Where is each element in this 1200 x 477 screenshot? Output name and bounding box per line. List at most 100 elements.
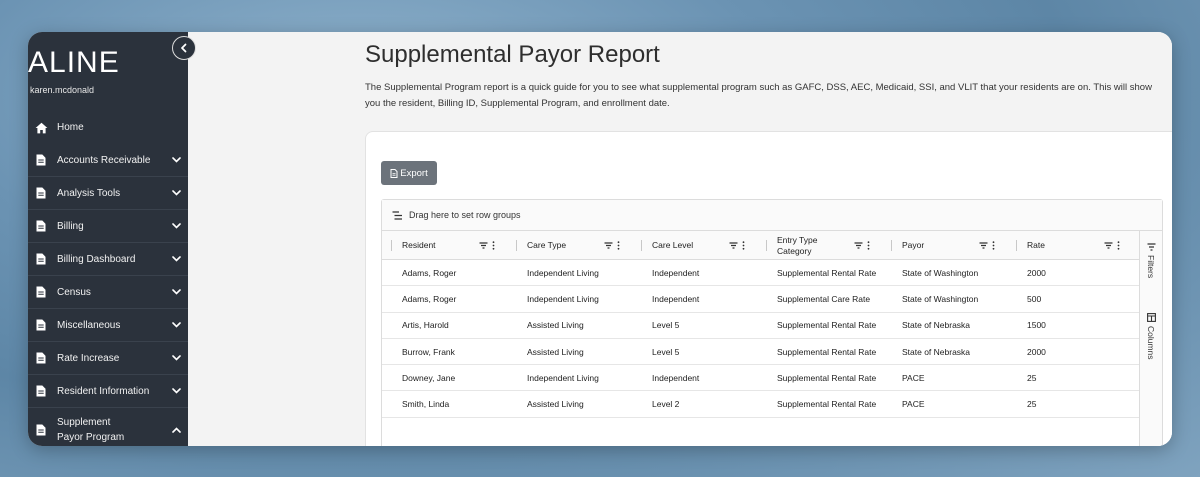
column-menu-icon[interactable] [992, 241, 995, 250]
chevron-down-icon[interactable] [171, 287, 181, 297]
table-cell: Independent Living [527, 372, 599, 383]
document-icon [34, 285, 48, 299]
table-cell: Supplemental Rental Rate [777, 267, 877, 278]
table-cell: Independent Living [527, 293, 599, 304]
column-menu-icon[interactable] [742, 241, 745, 250]
app-logo: ALINE [28, 46, 120, 79]
sidebar-item-label: Billing Dashboard [57, 253, 136, 265]
table-cell: 25 [1027, 399, 1037, 410]
row-group-label: Drag here to set row groups [409, 210, 521, 220]
column-menu-icon[interactable] [1117, 241, 1120, 250]
filters-tab[interactable]: Filters [1143, 243, 1159, 278]
document-icon [34, 252, 48, 266]
sidebar-item-analysis-tools[interactable]: Analysis Tools [28, 177, 188, 210]
column-separator[interactable] [391, 240, 392, 251]
sidebar-item-label: Rate Increase [57, 352, 120, 364]
table-cell: Level 2 [652, 399, 680, 410]
document-icon [34, 153, 48, 167]
column-header-label: Payor [902, 240, 925, 250]
filter-icon[interactable] [729, 242, 738, 249]
sidebar-item-billing-dashboard[interactable]: Billing Dashboard [28, 243, 188, 276]
table-body: Adams, Roger Independent Living Independen… [382, 260, 1140, 418]
table-cell: Adams, Roger [402, 267, 457, 278]
filters-tab-label: Filters [1146, 255, 1156, 279]
table-cell: Smith, Linda [402, 399, 450, 410]
sidebar-item-accounts-receivable[interactable]: Accounts Receivable [28, 144, 188, 177]
export-button[interactable]: Export [381, 161, 437, 185]
column-menu-icon[interactable] [492, 241, 495, 250]
column-separator[interactable] [766, 240, 767, 251]
column-header-label: Rate [1027, 240, 1045, 250]
sidebar-item-home[interactable]: Home [28, 111, 188, 144]
table-cell: Assisted Living [527, 320, 584, 331]
sidebar-item-label: Census [57, 286, 91, 298]
table-cell: Supplemental Rental Rate [777, 346, 877, 357]
document-icon [34, 219, 48, 233]
column-header-entry-type-category[interactable]: Entry Type Category [757, 231, 882, 260]
column-header-care-type[interactable]: Care Type [507, 231, 632, 260]
chevron-up-icon[interactable] [171, 425, 181, 435]
page-title: Supplemental Payor Report [365, 41, 660, 68]
sidebar-item-supplement-payor-program[interactable]: Supplement Payor Program [28, 408, 188, 446]
filter-icon[interactable] [854, 242, 863, 249]
app-window: ALINE karen.mcdonald Home Accounts Receiv… [28, 32, 1172, 446]
sidebar-item-billing[interactable]: Billing [28, 210, 188, 243]
column-separator[interactable] [891, 240, 892, 251]
sidebar-item-label: Miscellaneous [57, 319, 121, 331]
chevron-down-icon[interactable] [171, 221, 181, 231]
table-cell: PACE [902, 372, 925, 383]
sidebar-item-miscellaneous[interactable]: Miscellaneous [28, 309, 188, 342]
chevron-down-icon[interactable] [171, 188, 181, 198]
page-description: The Supplemental Program report is a qui… [365, 82, 1152, 109]
table-cell: Independent [652, 293, 700, 304]
row-group-drop-zone[interactable]: Drag here to set row groups [382, 200, 1162, 231]
column-header-payor[interactable]: Payor [882, 231, 1007, 260]
column-header-label: Care Level [652, 240, 694, 250]
chevron-down-icon[interactable] [171, 320, 181, 330]
sidebar-item-resident-information[interactable]: Resident Information [28, 375, 188, 408]
chevron-down-icon[interactable] [171, 155, 181, 165]
sidebar-item-rate-increase[interactable]: Rate Increase [28, 342, 188, 375]
document-icon [34, 384, 48, 398]
filter-icon[interactable] [479, 242, 488, 249]
table-cell: Burrow, Frank [402, 346, 455, 357]
table-cell: Adams, Roger [402, 293, 457, 304]
filter-icon[interactable] [1104, 242, 1113, 249]
table-row[interactable]: Smith, Linda Assisted Living Level 2 Supple… [382, 391, 1140, 418]
table-cell: State of Washington [902, 293, 979, 304]
table-row[interactable]: Burrow, Frank Assisted Living Level 5 Suppl… [382, 339, 1140, 366]
filter-icon[interactable] [604, 242, 613, 249]
column-separator[interactable] [641, 240, 642, 251]
chevron-down-icon[interactable] [171, 254, 181, 264]
table-cell: State of Nebraska [902, 346, 971, 357]
column-separator[interactable] [1016, 240, 1017, 251]
document-icon [34, 351, 48, 365]
table-row[interactable]: Artis, Harold Assisted Living Level 5 Suppl… [382, 313, 1140, 339]
column-header-resident[interactable]: Resident [382, 231, 507, 260]
table-cell: Level 5 [652, 346, 680, 357]
table-cell: Independent Living [527, 267, 599, 278]
collapse-sidebar-button[interactable] [172, 36, 196, 60]
table-cell: Independent [652, 372, 700, 383]
column-header-care-level[interactable]: Care Level [632, 231, 757, 260]
chevron-down-icon[interactable] [171, 353, 181, 363]
columns-tab[interactable]: Columns [1143, 313, 1159, 360]
report-card: Export Drag here to set row groups Resid… [365, 131, 1172, 446]
table-cell: Supplemental Rental Rate [777, 320, 877, 331]
column-menu-icon[interactable] [867, 241, 870, 250]
home-icon [34, 121, 48, 135]
chevron-left-icon [181, 43, 187, 53]
column-separator[interactable] [516, 240, 517, 251]
chevron-down-icon[interactable] [171, 386, 181, 396]
table-row[interactable]: Adams, Roger Independent Living Independen… [382, 260, 1140, 287]
column-menu-icon[interactable] [617, 241, 620, 250]
column-header-rate[interactable]: Rate [1007, 231, 1132, 260]
filter-icon[interactable] [979, 242, 988, 249]
export-label: Export [400, 167, 428, 179]
sidebar-item-label: Analysis Tools [57, 187, 121, 199]
table-row[interactable]: Downey, Jane Independent Living Independen… [382, 365, 1140, 392]
document-icon [34, 423, 48, 437]
table-row[interactable]: Adams, Roger Independent Living Independen… [382, 286, 1140, 313]
table-cell: Assisted Living [527, 399, 584, 410]
sidebar-item-census[interactable]: Census [28, 276, 188, 309]
